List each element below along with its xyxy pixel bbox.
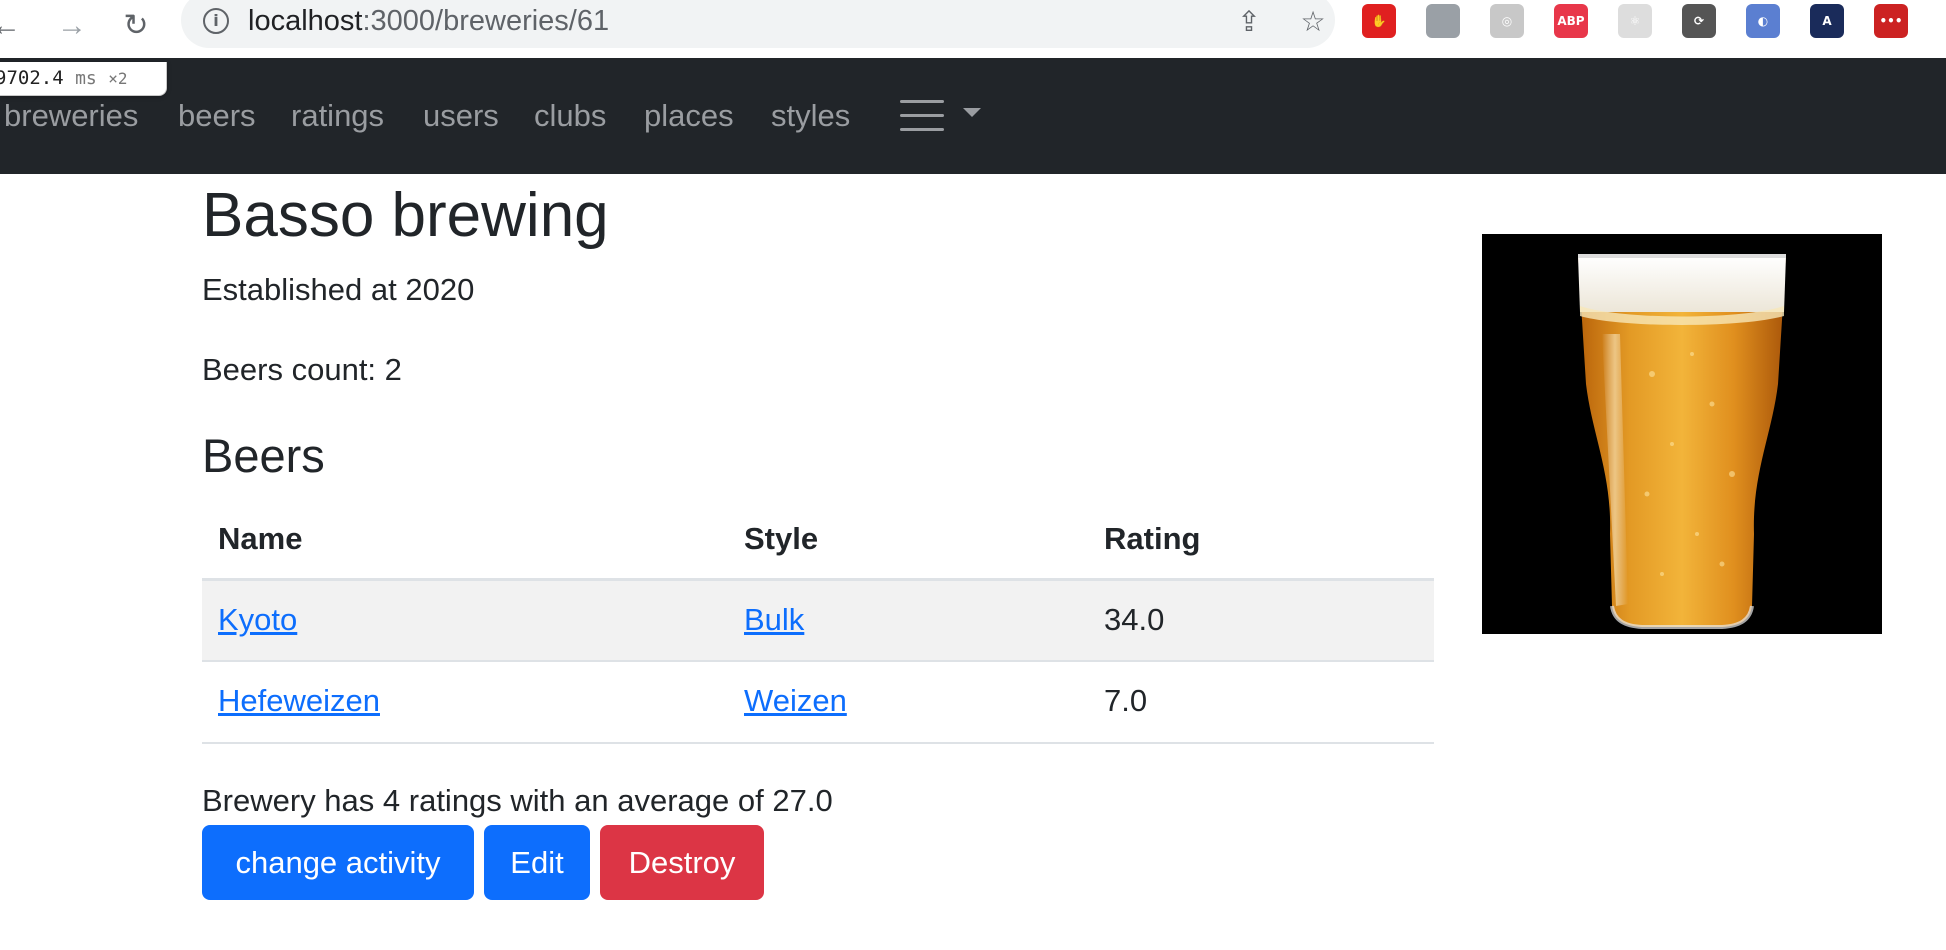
beer-name-cell: Kyoto [218,599,297,641]
hamburger-menu-icon[interactable] [900,100,944,134]
back-icon[interactable]: ← [0,6,26,46]
style-link[interactable]: Bulk [744,602,804,637]
table-row: Hefeweizen Weizen 7.0 [202,660,1434,742]
beer-rating-cell: 7.0 [1104,683,1148,718]
table-row: Kyoto Bulk 34.0 [202,578,1434,660]
table-bottom-border [202,742,1434,744]
nav-link-places[interactable]: places [644,96,734,136]
ratings-summary: Brewery has 4 ratings with an average of… [202,783,833,818]
beer-image [1482,234,1882,634]
sync-icon[interactable]: ⟳ [1682,4,1716,38]
beer-rating-cell: 34.0 [1104,602,1165,637]
profiler-count: ×2 [108,69,128,88]
nav-link-users[interactable]: users [423,96,499,136]
url-path: :3000/breweries/61 [362,5,610,37]
column-header-style: Style [744,521,819,556]
url-host: localhost [248,5,363,37]
nav-link-clubs[interactable]: clubs [534,96,606,136]
address-bar[interactable]: i localhost:3000/breweries/61 ⇪ ☆ [181,0,1335,48]
grey-leaf-icon[interactable] [1426,4,1460,38]
destroy-button[interactable]: Destroy [600,825,764,900]
edit-button[interactable]: Edit [484,825,590,900]
stop-icon[interactable]: ✋ [1362,4,1396,38]
nav-link-styles[interactable]: styles [771,96,850,136]
change-activity-button[interactable]: change activity [202,825,474,900]
beer-style-cell: Bulk [744,599,804,641]
lastpass-icon[interactable]: ••• [1874,4,1908,38]
beer-glass-illustration [1578,254,1786,629]
site-info-icon[interactable]: i [203,8,229,34]
beers-heading: Beers [202,429,325,482]
circle-target-icon[interactable]: ◎ [1490,4,1524,38]
style-link[interactable]: Weizen [744,683,847,718]
translate-a-icon[interactable]: A [1810,4,1844,38]
profiler-unit: ms [75,68,97,89]
page-title: Basso brewing [202,181,609,250]
beers-count-text: Beers count: 2 [202,352,402,387]
swirl-icon[interactable]: ◐ [1746,4,1780,38]
bookmark-star-icon[interactable]: ☆ [1297,6,1329,38]
profiler-badge[interactable]: 9702.4 ms ×2 [0,62,167,96]
nav-link-ratings[interactable]: ratings [291,96,384,136]
adblock-icon[interactable]: ABP [1554,4,1588,38]
column-header-name: Name [218,521,303,556]
established-text: Established at 2020 [202,272,475,307]
reload-icon[interactable]: ↻ [116,6,156,46]
beer-link[interactable]: Hefeweizen [218,683,380,718]
profiler-time: 9702.4 [0,67,64,89]
column-header-rating: Rating [1104,521,1201,556]
react-devtools-icon[interactable]: ⚛ [1618,4,1652,38]
dropdown-caret-icon[interactable] [963,108,981,117]
beer-name-cell: Hefeweizen [218,680,380,722]
browser-toolbar: ← → ↻ i localhost:3000/breweries/61 ⇪ ☆ … [0,0,1946,58]
forward-icon[interactable]: → [52,6,92,46]
nav-link-breweries[interactable]: breweries [4,96,138,136]
beer-link[interactable]: Kyoto [218,602,297,637]
nav-link-beers[interactable]: beers [178,96,256,136]
url-text[interactable]: localhost:3000/breweries/61 [248,4,609,38]
share-icon[interactable]: ⇪ [1233,6,1265,38]
beer-style-cell: Weizen [744,680,847,722]
